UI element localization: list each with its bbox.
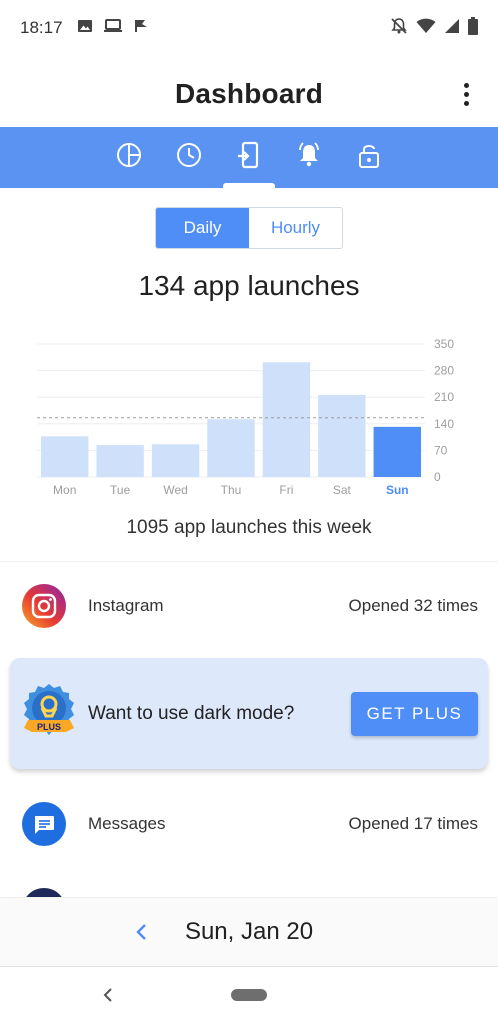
x-tick-label: Mon — [53, 483, 76, 497]
phone-launch-icon — [236, 141, 262, 174]
pie-chart-icon — [116, 142, 142, 173]
badge-text: PLUS — [37, 722, 61, 732]
tab-unlocks[interactable] — [353, 138, 385, 178]
tab-notifications[interactable] — [293, 138, 325, 178]
status-bar: 18:17 — [0, 0, 498, 56]
image-icon — [77, 18, 93, 39]
flag-icon — [133, 18, 149, 39]
status-time: 18:17 — [20, 18, 63, 37]
chart-bar[interactable] — [41, 436, 89, 477]
week-summary: 1095 app launches this week — [126, 517, 372, 538]
hourly-toggle-button[interactable]: Hourly — [249, 208, 342, 248]
app-row-instagram[interactable]: Instagram Opened 32 times — [0, 566, 498, 646]
promo-card: PLUS Want to use dark mode? GET PLUS — [10, 658, 488, 769]
promo-text: Want to use dark mode? — [88, 702, 295, 724]
laptop-icon — [103, 18, 123, 39]
chart-bar[interactable] — [151, 444, 200, 477]
y-tick-label: 0 — [434, 470, 441, 484]
notifications-off-icon — [390, 17, 408, 40]
bell-icon — [295, 141, 323, 174]
chart-svg: 0 70 140 210 280 350 Mon Tue Wed Thu Fri Sat Sun — [37, 337, 454, 497]
x-tick-label: Thu — [221, 483, 242, 497]
tab-indicator — [223, 182, 275, 188]
system-nav-bar — [0, 967, 498, 1024]
chart-bar[interactable] — [262, 362, 311, 477]
divider — [0, 561, 498, 562]
tab-usage[interactable] — [113, 138, 145, 178]
app-name: Instagram — [88, 596, 164, 615]
chart-bar[interactable] — [207, 419, 255, 477]
y-tick-label: 350 — [434, 337, 454, 351]
x-tick-label: Tue — [110, 483, 131, 497]
instagram-icon — [22, 584, 66, 628]
y-tick-label: 140 — [434, 417, 454, 431]
x-tick-label: Fri — [279, 483, 293, 497]
y-tick-label: 280 — [434, 364, 454, 378]
x-tick-label: Sun — [386, 483, 409, 497]
app-name: Messages — [88, 814, 166, 833]
tab-time[interactable] — [173, 138, 205, 178]
y-tick-label: 70 — [434, 443, 448, 457]
wifi-icon — [416, 18, 436, 39]
daily-toggle-button[interactable]: Daily — [156, 208, 249, 248]
app-open-count: Opened 32 times — [348, 596, 478, 615]
messages-icon — [22, 802, 66, 846]
app-row-messages[interactable]: Messages Opened 17 times — [0, 784, 498, 864]
signal-icon — [444, 18, 460, 39]
chart-bar[interactable] — [318, 394, 366, 477]
chart-bar[interactable] — [373, 426, 421, 477]
tab-strip — [0, 127, 498, 188]
y-tick-label: 210 — [434, 390, 454, 404]
launches-bar-chart: 0 70 140 210 280 350 Mon Tue Wed Thu Fri Sat Sun — [0, 332, 498, 507]
tab-launches[interactable] — [223, 138, 275, 188]
date-navigator: Sun, Jan 20 — [0, 897, 498, 967]
period-toggle: Daily Hourly — [155, 207, 343, 249]
x-tick-label: Wed — [163, 483, 187, 497]
date-label: Sun, Jan 20 — [184, 918, 314, 945]
chart-bar[interactable] — [96, 445, 144, 477]
battery-icon — [468, 16, 478, 40]
more-vert-icon[interactable] — [450, 78, 482, 110]
home-pill[interactable] — [231, 989, 267, 1001]
app-open-count: Opened 17 times — [348, 814, 478, 833]
back-icon[interactable] — [98, 985, 118, 1005]
lock-icon — [357, 141, 381, 174]
chevron-left-icon[interactable] — [130, 920, 154, 944]
page-title: Dashboard — [174, 78, 324, 109]
app-bar: Dashboard — [0, 62, 498, 126]
get-plus-button[interactable]: GET PLUS — [351, 691, 478, 736]
x-tick-label: Sat — [333, 483, 352, 497]
launch-count-title: 134 app launches — [138, 270, 360, 301]
plus-badge-icon: PLUS — [22, 682, 76, 745]
clock-icon — [176, 142, 202, 173]
